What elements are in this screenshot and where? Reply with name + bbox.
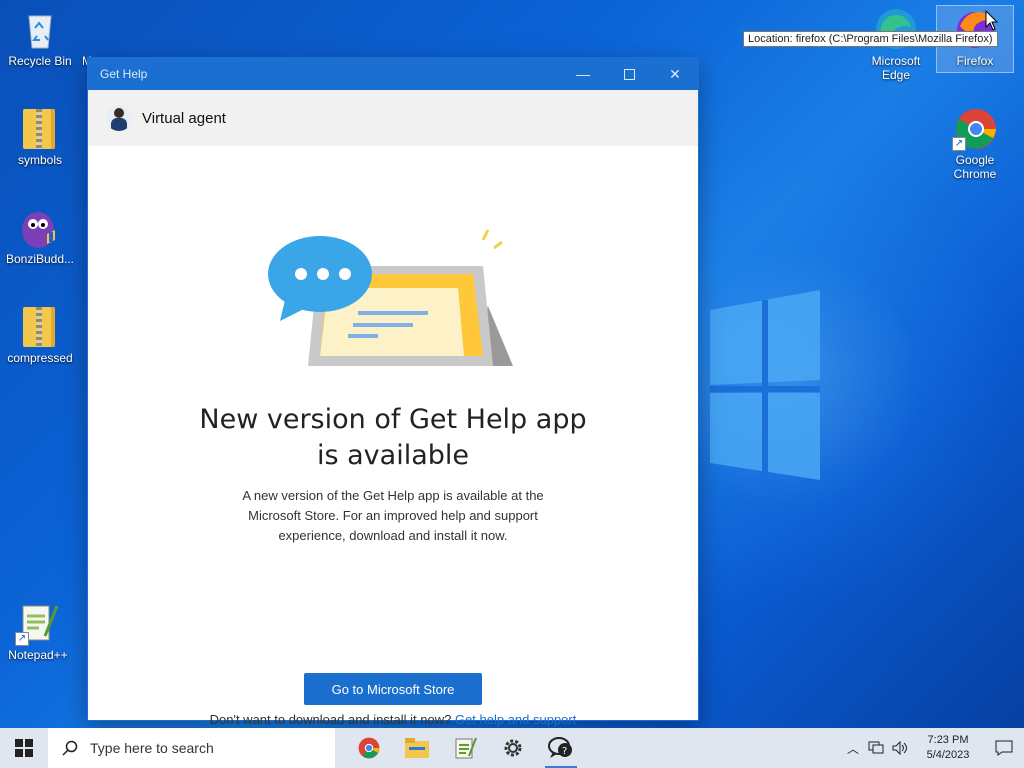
desktop-icon-label: Microsoft Edge: [871, 54, 921, 82]
desktop-icon-label: Notepad++: [8, 648, 68, 662]
zip-folder-icon: [17, 303, 63, 349]
update-description: A new version of the Get Help app is ava…: [218, 486, 568, 546]
file-explorer-icon: [405, 738, 429, 758]
desktop-icon-label: Firefox: [956, 54, 994, 68]
go-to-store-button[interactable]: Go to Microsoft Store: [304, 673, 482, 705]
minimize-icon: —: [576, 66, 590, 82]
taskbar: Type here to search ? ︿ 7:23 PM 5/4/2023: [0, 728, 1024, 768]
desktop-icon-recycle-bin[interactable]: Recycle Bin: [2, 6, 78, 68]
desktop-icon-label: symbols: [17, 153, 62, 167]
agent-avatar-icon: [106, 105, 132, 131]
taskbar-notepad[interactable]: [441, 728, 489, 768]
volume-icon: [892, 741, 907, 755]
notification-icon: [995, 740, 1013, 756]
taskbar-get-help[interactable]: ?: [537, 728, 585, 768]
clock-time: 7:23 PM: [927, 734, 969, 746]
taskbar-settings[interactable]: [489, 728, 537, 768]
desktop-icon-compressed[interactable]: compressed: [2, 303, 78, 365]
headline-line: New version of Get Help app: [199, 404, 587, 435]
settings-icon: [504, 739, 522, 757]
taskbar-chrome[interactable]: [345, 728, 393, 768]
close-icon: ✕: [669, 65, 681, 82]
clock-date: 5/4/2023: [926, 749, 970, 761]
agent-label: Virtual agent: [142, 109, 226, 127]
maximize-button[interactable]: [606, 58, 652, 90]
minimize-button[interactable]: —: [560, 58, 606, 90]
window-title: Get Help: [100, 67, 148, 81]
system-tray: ︿ 7:23 PM 5/4/2023: [842, 728, 1024, 768]
volume-button[interactable]: [888, 728, 912, 768]
taskbar-file-explorer[interactable]: [393, 728, 441, 768]
shortcut-arrow-icon: ↗: [15, 632, 29, 646]
headline-line: is available: [316, 440, 470, 471]
description-line: A new version of the Get Help app is ava…: [242, 488, 544, 503]
windows-logo-wallpaper: [710, 290, 820, 480]
network-button[interactable]: [864, 728, 888, 768]
mouse-cursor-icon: [985, 10, 999, 31]
zip-folder-icon: [17, 105, 63, 151]
chrome-icon: [358, 737, 380, 759]
chevron-up-icon: ︿: [846, 741, 859, 756]
desktop-icon-label: Google Chrome: [953, 153, 997, 181]
taskbar-clock[interactable]: 7:23 PM 5/4/2023: [912, 733, 984, 763]
search-icon: [62, 740, 78, 756]
window-titlebar[interactable]: Get Help — ✕: [88, 58, 698, 90]
virtual-agent-header: Virtual agent: [88, 90, 698, 146]
maximize-icon: [623, 68, 635, 80]
desktop-icon-label: compressed: [7, 351, 73, 365]
recycle-bin-icon: [17, 6, 63, 52]
update-illustration: [268, 229, 513, 366]
desktop-icon-label: BonziBudd...: [5, 252, 75, 266]
get-help-window: Get Help — ✕ Virtual agent New version o…: [88, 58, 698, 747]
start-button[interactable]: [0, 728, 48, 768]
search-placeholder: Type here to search: [90, 740, 214, 756]
desktop-icon-chrome[interactable]: ↗ Google Chrome: [937, 105, 1013, 181]
chrome-icon: ↗: [952, 105, 998, 151]
desktop-icon-symbols[interactable]: symbols: [2, 105, 78, 167]
update-notice: New version of Get Help app is available…: [88, 146, 698, 747]
notepad-icon: [455, 737, 477, 759]
get-help-icon: ?: [548, 737, 572, 758]
shortcut-arrow-icon: ↗: [952, 137, 966, 151]
action-center-button[interactable]: [984, 728, 1024, 768]
update-headline: New version of Get Help app is available: [88, 402, 698, 474]
svg-text:?: ?: [562, 746, 567, 757]
windows-start-icon: [15, 739, 33, 757]
desktop-icon-notepadpp[interactable]: ↗ Notepad++: [0, 600, 76, 662]
bonzibuddy-icon: [17, 204, 63, 250]
description-line: experience, download and install it now.: [278, 528, 508, 543]
firefox-location-tooltip: Location: firefox (C:\Program Files\Mozi…: [743, 31, 998, 47]
taskbar-search-box[interactable]: Type here to search: [48, 728, 335, 768]
desktop-icon-bonzibuddy[interactable]: BonziBudd...: [2, 204, 78, 266]
description-line: Microsoft Store. For an improved help an…: [248, 508, 538, 523]
close-button[interactable]: ✕: [652, 58, 698, 90]
notepadpp-icon: ↗: [15, 600, 61, 646]
network-icon: [868, 741, 884, 754]
desktop-icon-label: Recycle Bin: [8, 54, 72, 68]
alternate-help-prompt: Don't want to download and install it no…: [209, 712, 455, 727]
show-hidden-icons-button[interactable]: ︿: [842, 728, 864, 768]
